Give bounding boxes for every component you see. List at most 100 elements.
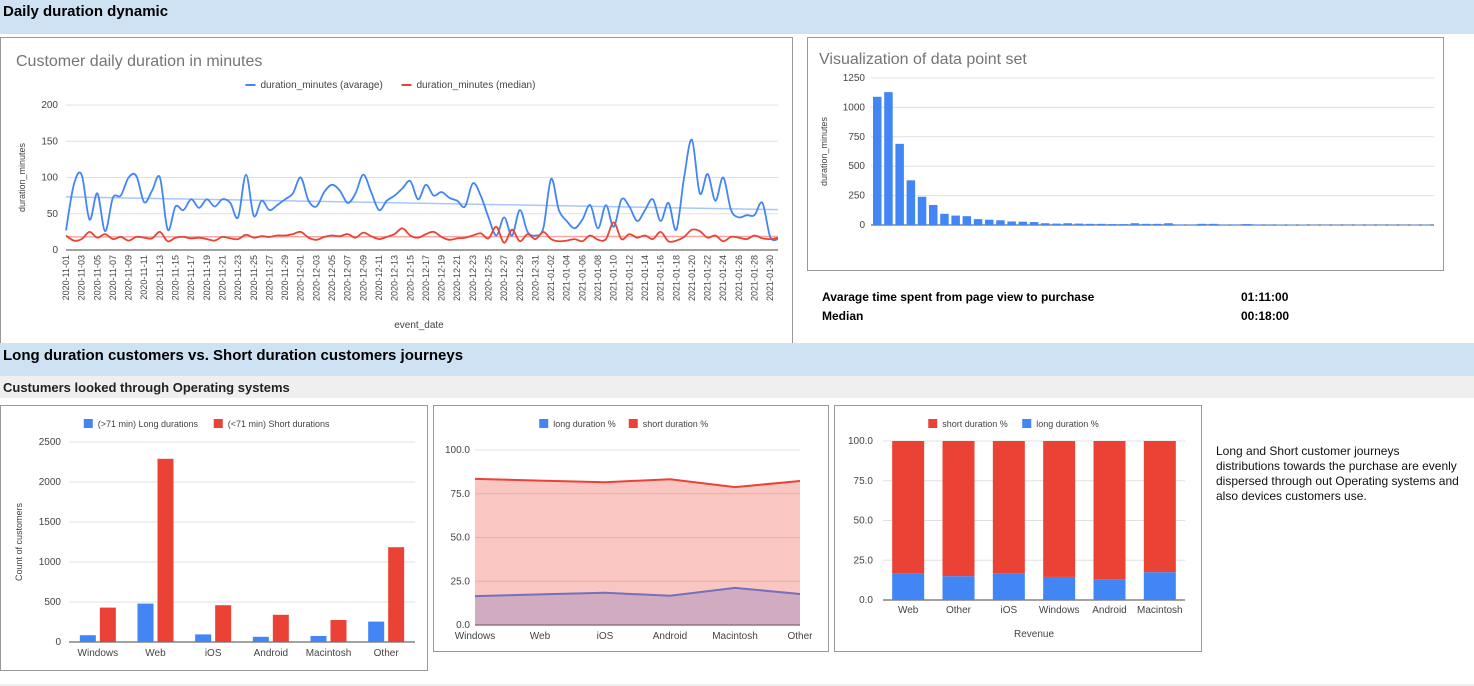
- section-title: Long duration customers vs. Short durati…: [3, 347, 464, 364]
- histogram-bar: [985, 219, 994, 225]
- histogram-bar: [1298, 224, 1308, 226]
- y-tick-label: 100.0: [848, 436, 873, 447]
- os-counts-chart: (>71 min) Long durations (<71 min) Short …: [0, 405, 428, 671]
- x-tick-label: 2020-12-31: [530, 255, 540, 301]
- histogram-bar: [1153, 223, 1162, 225]
- x-axis-label: Revenue: [1014, 629, 1054, 640]
- y-axis-label: duration_minutes: [17, 142, 27, 212]
- x-tick-label: Other: [787, 631, 813, 642]
- histogram-bar: [962, 216, 972, 225]
- histogram-bar: [1365, 224, 1375, 226]
- y-tick-label: 1250: [843, 73, 866, 84]
- histogram-bar: [1276, 224, 1285, 226]
- histogram-bar: [1041, 223, 1050, 225]
- histogram-bar: [1197, 223, 1207, 225]
- bar-long: [368, 621, 385, 642]
- stacked-bar-short: [1043, 441, 1076, 577]
- x-tick-label: 2020-12-21: [452, 255, 462, 301]
- histogram-bar: [951, 215, 960, 225]
- stacked-bar-short: [1093, 441, 1126, 580]
- trendline: [65, 196, 779, 211]
- legend-label: long duration %: [553, 419, 616, 429]
- histogram-bar: [1343, 224, 1352, 226]
- histogram-bar: [873, 96, 882, 225]
- legend-swatch: [539, 419, 549, 428]
- histogram-bar: [1388, 224, 1397, 226]
- y-tick-label: 0: [859, 220, 865, 231]
- section-header-journeys: Long duration customers vs. Short durati…: [0, 343, 1474, 376]
- x-tick-label: 2021-01-10: [609, 255, 619, 301]
- histogram-bar: [1354, 224, 1364, 226]
- histogram-bar: [1085, 223, 1095, 225]
- histogram-bar: [1018, 221, 1028, 225]
- daily-duration-chart: Customer daily duration in minutes durati…: [0, 37, 793, 345]
- bar-long: [79, 635, 96, 642]
- y-tick-label: 75.0: [451, 489, 471, 500]
- histogram-bar: [996, 220, 1005, 225]
- bar-long: [195, 634, 212, 642]
- x-tick-label: 2020-12-05: [327, 255, 337, 301]
- histogram-bar: [1186, 224, 1196, 226]
- legend-label: short duration %: [643, 419, 709, 429]
- x-tick-label: 2020-11-03: [77, 255, 87, 300]
- y-tick-label: 150: [41, 136, 58, 147]
- y-tick-label: 25.0: [451, 576, 471, 587]
- legend-label: long duration %: [1036, 419, 1099, 429]
- x-tick-label: 2020-12-27: [499, 255, 509, 301]
- histogram-bar: [1029, 222, 1039, 225]
- y-tick-label: 100.0: [445, 445, 470, 456]
- histogram-bar: [1399, 224, 1408, 226]
- legend-label: duration_minutes (avarage): [261, 80, 383, 91]
- x-tick-label: Android: [1092, 605, 1126, 616]
- x-tick-label: Android: [254, 648, 288, 659]
- x-tick-label: 2020-11-21: [217, 255, 227, 300]
- median-value: 00:18:00: [1241, 309, 1290, 323]
- stacked-bar-short: [1143, 441, 1176, 573]
- x-tick-label: 2020-11-17: [186, 255, 196, 300]
- bar-long: [252, 636, 269, 642]
- area-fill: [475, 478, 800, 625]
- histogram-bar: [1130, 223, 1140, 225]
- x-tick-label: 2020-11-27: [264, 255, 274, 300]
- histogram-bar: [895, 143, 904, 225]
- x-tick-label: Macintosh: [1137, 605, 1183, 616]
- histogram-bar: [1242, 224, 1252, 225]
- histogram-bar: [1164, 223, 1173, 225]
- y-tick-label: 2500: [39, 437, 62, 448]
- subsection-header-os: Custumers looked through Operating syste…: [0, 376, 1474, 398]
- x-tick-label: 2020-11-15: [171, 255, 181, 300]
- x-tick-label: 2021-01-16: [656, 255, 666, 301]
- x-tick-label: Other: [946, 605, 972, 616]
- histogram-bar: [1063, 223, 1072, 225]
- x-tick-label: 2020-12-07: [343, 255, 353, 301]
- x-tick-label: Windows: [455, 631, 496, 642]
- x-tick-label: 2020-11-09: [124, 255, 134, 300]
- x-tick-label: 2020-11-01: [61, 255, 71, 300]
- x-tick-label: iOS: [205, 648, 222, 659]
- x-tick-label: Web: [530, 631, 551, 642]
- x-axis-label: event_date: [394, 320, 444, 331]
- x-tick-label: 2021-01-12: [624, 255, 634, 301]
- x-tick-label: Web: [898, 605, 919, 616]
- y-tick-label: 50.0: [854, 516, 874, 527]
- histogram-bar: [1007, 221, 1016, 225]
- stacked-bar-short: [892, 441, 925, 574]
- histogram-bar: [1141, 223, 1151, 225]
- x-tick-label: 2021-01-20: [687, 255, 697, 301]
- legend-label: (>71 min) Long durations: [98, 419, 199, 429]
- stacked-percent-chart: short duration % long duration % 0.0 25.0 50…: [834, 405, 1202, 652]
- section-header-daily: Daily duration dynamic: [0, 0, 1474, 34]
- x-tick-label: 2020-12-13: [390, 255, 400, 301]
- average-value: 01:11:00: [1241, 290, 1289, 304]
- y-tick-label: 0: [52, 245, 58, 256]
- histogram-bar: [1119, 224, 1128, 225]
- y-tick-label: 0.0: [456, 620, 470, 631]
- y-tick-label: 250: [848, 191, 865, 202]
- stacked-bar-long: [892, 573, 925, 600]
- y-tick-label: 75.0: [854, 476, 874, 487]
- journey-note: Long and Short customer journeys distrib…: [1216, 444, 1459, 503]
- histogram-bar: [1220, 224, 1229, 226]
- x-tick-label: 2020-11-11: [139, 255, 149, 300]
- bar-short: [272, 614, 289, 642]
- histogram-bar: [917, 196, 927, 225]
